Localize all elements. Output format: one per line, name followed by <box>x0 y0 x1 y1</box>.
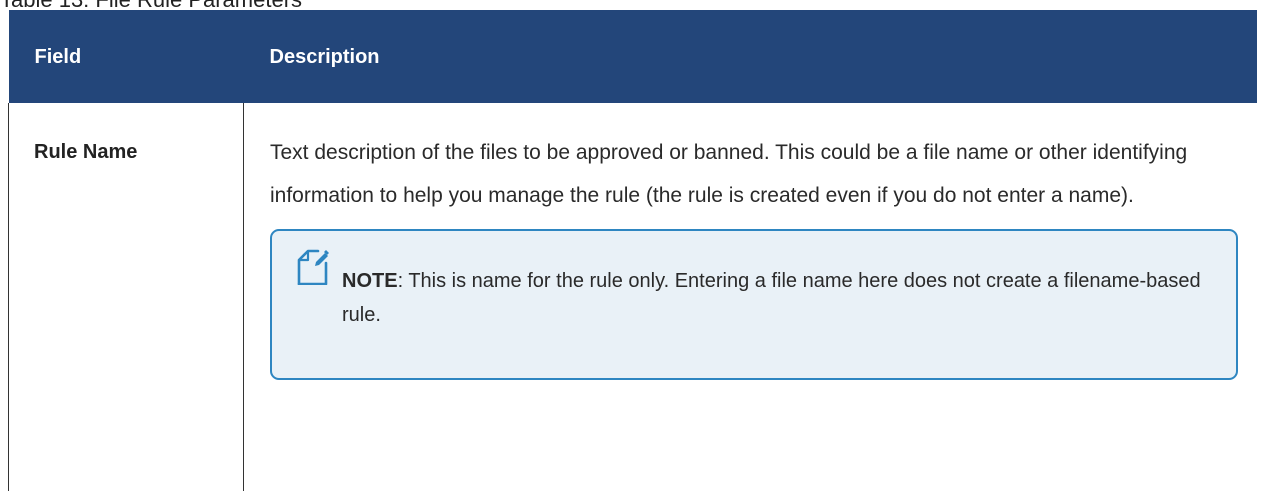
note-label: NOTE <box>342 270 398 292</box>
description-cell: Text description of the files to be appr… <box>244 103 1258 491</box>
column-header-description: Description <box>243 10 1257 103</box>
note-callout: NOTE: This is name for the rule only. En… <box>270 229 1238 380</box>
note-body: : This is name for the rule only. Enteri… <box>342 270 1201 326</box>
field-name-cell: Rule Name <box>8 103 244 491</box>
note-pencil-icon <box>297 249 329 285</box>
table-header-row: Field Description <box>8 10 1257 103</box>
description-text: Text description of the files to be appr… <box>270 141 1188 207</box>
table-row: Rule Name Text description of the files … <box>8 103 1258 491</box>
note-text: NOTE: This is name for the rule only. En… <box>342 264 1202 332</box>
column-header-field: Field <box>8 10 244 103</box>
file-rule-parameters-table: Field Description Rule Name Text descrip… <box>8 10 1257 491</box>
